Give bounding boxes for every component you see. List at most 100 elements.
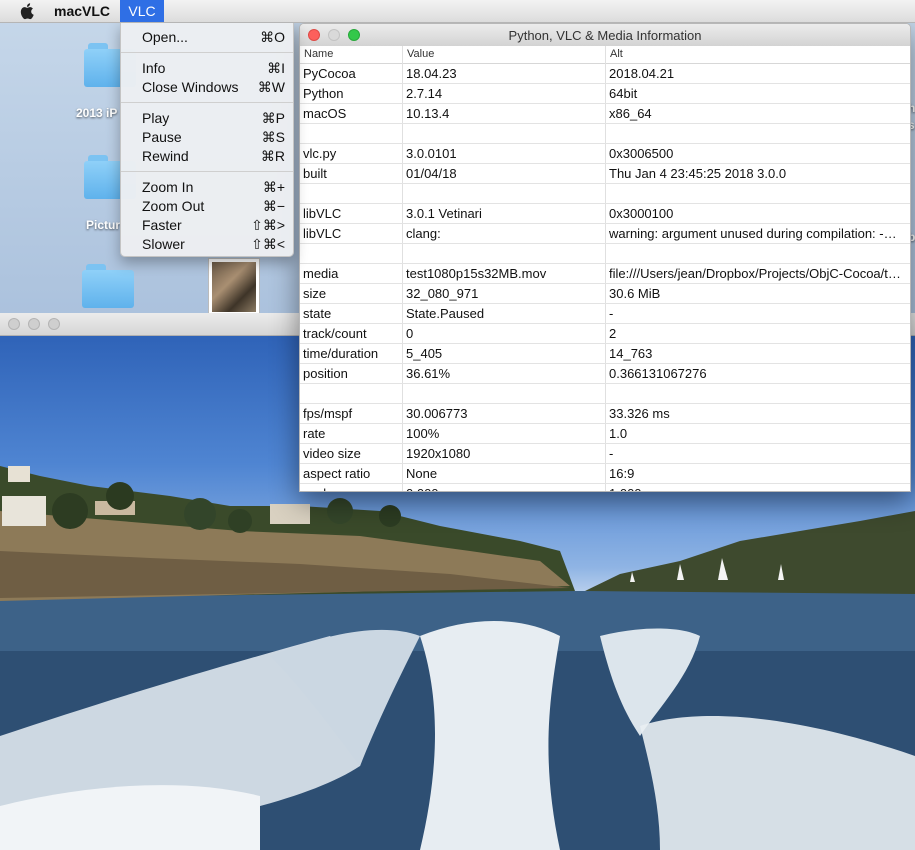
menu-item-shortcut: ⌘I: [267, 60, 285, 76]
column-header-name[interactable]: Name: [304, 48, 333, 60]
cell-value: 0: [406, 326, 414, 341]
menu-item-shortcut: ⌘+: [262, 179, 285, 195]
table-row[interactable]: state State.Paused -: [300, 304, 910, 324]
menu-item-open[interactable]: Open... ⌘O: [121, 28, 293, 47]
cell-value: 0.000: [406, 486, 602, 491]
cell-name: macOS: [303, 106, 347, 121]
cell-value: None: [406, 466, 438, 481]
table-row[interactable]: libVLC clang: warning: argument unused dur…: [300, 224, 910, 244]
cell-name: time/duration: [303, 346, 379, 361]
menu-item-label: Slower: [142, 236, 185, 252]
column-header-alt[interactable]: Alt: [610, 48, 623, 60]
cell-value: 3.0.0101: [406, 146, 457, 161]
cell-value: 5_405: [406, 346, 443, 361]
cell-name: libVLC: [303, 226, 342, 241]
menu-item-shortcut: ⌘−: [262, 198, 285, 214]
cell-name: video size: [303, 446, 361, 461]
table-row[interactable]: position 36.61% 0.366131067276: [300, 364, 910, 384]
cell-name: Python: [303, 86, 344, 101]
table-row[interactable]: [300, 124, 910, 144]
table-row[interactable]: rate 100% 1.0: [300, 424, 910, 444]
table-row[interactable]: size 32_080_971 30.6 MiB: [300, 284, 910, 304]
close-icon[interactable]: [8, 318, 20, 330]
cell-name: scale: [303, 486, 399, 491]
menu-separator: [121, 52, 293, 53]
menu-item-zoom-out[interactable]: Zoom Out ⌘−: [121, 197, 293, 216]
desktop-photo-thumbnail[interactable]: [208, 258, 260, 316]
cell-value: 2.7.14: [406, 86, 443, 101]
cell-alt: x86_64: [609, 106, 652, 121]
apple-icon[interactable]: [20, 2, 36, 20]
zoom-icon[interactable]: [48, 318, 60, 330]
cell-alt: 33.326 ms: [609, 406, 670, 421]
desktop-folder-label: 2013 iP: [76, 106, 118, 120]
cell-name: PyCocoa: [303, 66, 356, 81]
table-row[interactable]: aspect ratio None 16:9: [300, 464, 910, 484]
table-row[interactable]: [300, 244, 910, 264]
info-window-titlebar[interactable]: Python, VLC & Media Information: [300, 24, 910, 47]
cell-value: 1920x1080: [406, 446, 471, 461]
table-row[interactable]: PyCocoa 18.04.23 2018.04.21: [300, 64, 910, 84]
table-row[interactable]: track/count 0 2: [300, 324, 910, 344]
menu-item-label: Zoom In: [142, 179, 194, 195]
menu-item-rewind[interactable]: Rewind ⌘R: [121, 147, 293, 166]
menu-item-zoom-in[interactable]: Zoom In ⌘+: [121, 178, 293, 197]
cell-alt: -: [609, 446, 614, 461]
cell-alt: 0.366131067276: [609, 366, 707, 381]
table-row[interactable]: scale 0.000 1.000: [300, 484, 910, 491]
cell-name: libVLC: [303, 206, 342, 221]
menu-item-label: Rewind: [142, 148, 189, 164]
menu-item-label: Info: [142, 60, 166, 76]
vlc-menu-title[interactable]: VLC: [120, 0, 164, 22]
menu-item-label: Faster: [142, 217, 182, 233]
cell-value: 01/04/18: [406, 166, 457, 181]
cell-alt: 1.0: [609, 426, 628, 441]
table-row[interactable]: macOS 10.13.4 x86_64: [300, 104, 910, 124]
table-row[interactable]: [300, 184, 910, 204]
cell-alt: -: [609, 306, 614, 321]
desktop-folder-icon[interactable]: [82, 264, 134, 308]
table-row[interactable]: libVLC 3.0.1 Vetinari 0x3000100: [300, 204, 910, 224]
menu-item-shortcut: ⌘R: [260, 148, 285, 164]
table-row[interactable]: video size 1920x1080 -: [300, 444, 910, 464]
cell-name: vlc.py: [303, 146, 337, 161]
table-row[interactable]: fps/mspf 30.006773 33.326 ms: [300, 404, 910, 424]
info-window[interactable]: Python, VLC & Media Information Name Val…: [299, 23, 911, 492]
menu-item-label: Pause: [142, 129, 182, 145]
menu-item-pause[interactable]: Pause ⌘S: [121, 128, 293, 147]
cell-value: 100%: [406, 426, 440, 441]
cell-alt: 14_763: [609, 346, 653, 361]
cell-name: built: [303, 166, 327, 181]
cell-value: 32_080_971: [406, 286, 479, 301]
menu-item-faster[interactable]: Faster ⇧⌘>: [121, 216, 293, 235]
table-row[interactable]: built 01/04/18 Thu Jan 4 23:45:25 2018 3.0…: [300, 164, 910, 184]
menu-item-slower[interactable]: Slower ⇧⌘<: [121, 235, 293, 254]
cell-alt: 30.6 MiB: [609, 286, 661, 301]
minimize-icon[interactable]: [28, 318, 40, 330]
menu-item-info[interactable]: Info ⌘I: [121, 59, 293, 78]
table-row[interactable]: time/duration 5_405 14_763: [300, 344, 910, 364]
app-menu-title[interactable]: macVLC: [54, 3, 110, 19]
cell-value: 10.13.4: [406, 106, 450, 121]
menu-item-shortcut: ⌘O: [260, 29, 285, 45]
menu-item-label: Open...: [142, 29, 188, 45]
table-row[interactable]: media test1080p15s32MB.mov file:///Users/j…: [300, 264, 910, 284]
cell-alt: 1.000: [609, 486, 905, 491]
menu-item-play[interactable]: Play ⌘P: [121, 109, 293, 128]
cell-alt: 16:9: [609, 466, 635, 481]
cell-value: clang:: [406, 226, 441, 241]
column-header-value[interactable]: Value: [407, 48, 434, 60]
cell-name: fps/mspf: [303, 406, 353, 421]
menu-item-close-windows[interactable]: Close Windows ⌘W: [121, 78, 293, 97]
cell-alt: warning: argument unused during compilat…: [609, 226, 905, 241]
menu-item-shortcut: ⌘W: [257, 79, 285, 95]
cell-name: size: [303, 286, 327, 301]
cell-alt: Thu Jan 4 23:45:25 2018 3.0.0: [609, 166, 787, 181]
cell-name: rate: [303, 426, 326, 441]
table-row[interactable]: vlc.py 3.0.0101 0x3006500: [300, 144, 910, 164]
vlc-dropdown-menu: Open... ⌘O Info ⌘I Close Windows ⌘W Play ⌘P Paus…: [120, 22, 294, 257]
table-row[interactable]: [300, 384, 910, 404]
table-row[interactable]: Python 2.7.14 64bit: [300, 84, 910, 104]
cell-value: test1080p15s32MB.mov: [406, 266, 547, 281]
cell-alt: file:///Users/jean/Dropbox/Projects/ObjC…: [609, 266, 905, 281]
